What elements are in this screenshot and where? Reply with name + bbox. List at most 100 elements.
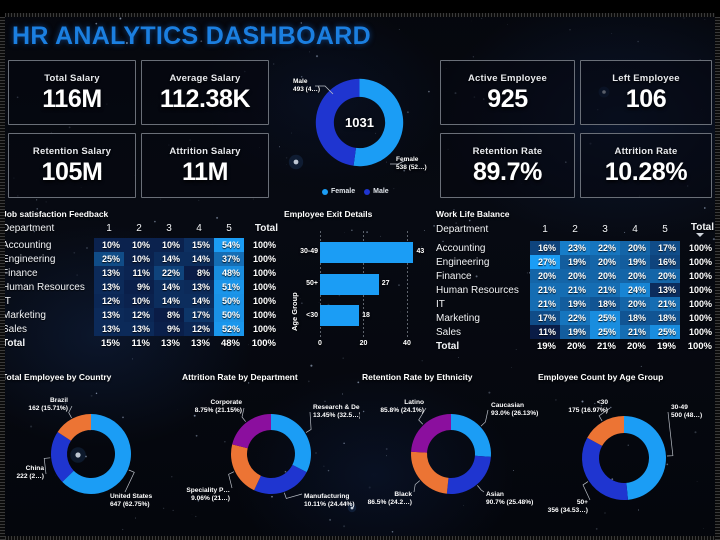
matrix-cell[interactable]: 19% bbox=[560, 297, 590, 311]
legend-item-female[interactable]: Female bbox=[322, 188, 355, 195]
matrix-cell[interactable]: 48% bbox=[214, 266, 244, 280]
matrix-cell[interactable]: 10% bbox=[124, 252, 154, 266]
matrix-cell[interactable]: 21% bbox=[530, 297, 560, 311]
table-row[interactable]: Accounting 16% 23% 22% 20% 17% 100% bbox=[436, 241, 714, 255]
work-life-balance-table[interactable]: Department 1 2 3 4 5 Total Accounting 16% 23% 22% 2… bbox=[436, 222, 714, 353]
table-row[interactable]: Accounting 10% 10% 10% 15% 54% 100% bbox=[2, 238, 278, 252]
matrix-cell[interactable]: 54% bbox=[214, 238, 244, 252]
matrix-cell[interactable]: 14% bbox=[154, 294, 184, 308]
matrix-cell[interactable]: 50% bbox=[214, 294, 244, 308]
matrix-cell[interactable]: 9% bbox=[124, 280, 154, 294]
kpi-retention-rate[interactable]: Retention Rate 89.7% bbox=[440, 133, 575, 198]
slice-1[interactable] bbox=[254, 464, 307, 494]
slice-1[interactable] bbox=[446, 455, 491, 494]
matrix-cell[interactable]: 8% bbox=[154, 308, 184, 322]
matrix-cell[interactable]: 50% bbox=[214, 308, 244, 322]
col-header-department[interactable]: Department bbox=[436, 222, 530, 241]
kpi-left-employee[interactable]: Left Employee 106 bbox=[580, 60, 712, 125]
matrix-cell[interactable]: 20% bbox=[590, 255, 620, 269]
slice-3[interactable] bbox=[411, 414, 451, 453]
matrix-cell[interactable]: 10% bbox=[94, 238, 124, 252]
ethnicity-panel[interactable]: Retention Rate by Ethnicity Caucasian 93.… bbox=[362, 372, 540, 537]
col-header-2[interactable]: 2 bbox=[560, 222, 590, 241]
matrix-cell[interactable]: 25% bbox=[650, 325, 680, 339]
slice-3[interactable] bbox=[232, 414, 271, 449]
matrix-cell[interactable]: 13% bbox=[94, 280, 124, 294]
matrix-cell[interactable]: 13% bbox=[650, 283, 680, 297]
matrix-cell[interactable]: 20% bbox=[620, 269, 650, 283]
matrix-cell[interactable]: 14% bbox=[184, 294, 214, 308]
col-header-1[interactable]: 1 bbox=[94, 222, 124, 238]
matrix-cell[interactable]: 37% bbox=[214, 252, 244, 266]
bar-<30[interactable] bbox=[320, 305, 360, 327]
matrix-cell[interactable]: 18% bbox=[620, 311, 650, 325]
matrix-cell[interactable]: 17% bbox=[184, 308, 214, 322]
matrix-cell[interactable]: 25% bbox=[94, 252, 124, 266]
matrix-cell[interactable]: 19% bbox=[560, 255, 590, 269]
bar-30-49[interactable] bbox=[320, 241, 414, 263]
slice-2[interactable] bbox=[411, 451, 449, 494]
matrix-cell[interactable]: 18% bbox=[590, 297, 620, 311]
job-satisfaction-table[interactable]: Department 1 2 3 4 5 Total Accounting 10% 10% 10% 1… bbox=[2, 222, 278, 350]
matrix-cell[interactable]: 11% bbox=[124, 266, 154, 280]
kpi-retention-salary[interactable]: Retention Salary 105M bbox=[8, 133, 136, 198]
col-header-1[interactable]: 1 bbox=[530, 222, 560, 241]
kpi-attrition-rate[interactable]: Attrition Rate 10.28% bbox=[580, 133, 712, 198]
matrix-cell[interactable]: 14% bbox=[184, 252, 214, 266]
slice-1[interactable] bbox=[582, 437, 628, 500]
table-row[interactable]: Engineering 27% 19% 20% 19% 16% 100% bbox=[436, 255, 714, 269]
col-header-3[interactable]: 3 bbox=[590, 222, 620, 241]
matrix-cell[interactable]: 24% bbox=[620, 283, 650, 297]
employee-exit-details-chart[interactable]: Employee Exit Details Age Group 43 27 18 3… bbox=[284, 209, 432, 364]
matrix-cell[interactable]: 10% bbox=[154, 238, 184, 252]
country-chart-panel[interactable]: Total Employee by Country United States 6… bbox=[2, 372, 180, 537]
bar-50+[interactable] bbox=[320, 273, 379, 295]
country-donut-svg[interactable]: United States647 (62.75%) China222 (2…) Br… bbox=[2, 382, 180, 532]
ethnicity-donut-svg[interactable]: Caucasian93.0% (26.13%) Asian90.7% (25.48… bbox=[362, 382, 540, 532]
table-row[interactable]: IT 12% 10% 14% 14% 50% 100% bbox=[2, 294, 278, 308]
matrix-cell[interactable]: 9% bbox=[154, 322, 184, 336]
matrix-cell[interactable]: 25% bbox=[590, 311, 620, 325]
matrix-cell[interactable]: 23% bbox=[560, 241, 590, 255]
age-group-donut-svg[interactable]: 30-49500 (48…) 50+356 (34.53…) <30175 (16.… bbox=[538, 382, 718, 532]
table-row[interactable]: Finance 13% 11% 22% 8% 48% 100% bbox=[2, 266, 278, 280]
matrix-cell[interactable]: 19% bbox=[620, 255, 650, 269]
table-row[interactable]: Finance 20% 20% 20% 20% 20% 100% bbox=[436, 269, 714, 283]
attrition-dept-panel[interactable]: Attrition Rate by Department Research & … bbox=[182, 372, 366, 537]
matrix-cell[interactable]: 13% bbox=[94, 266, 124, 280]
col-header-3[interactable]: 3 bbox=[154, 222, 184, 238]
matrix-cell[interactable]: 18% bbox=[650, 311, 680, 325]
slice-0[interactable] bbox=[271, 414, 311, 473]
col-header-5[interactable]: 5 bbox=[214, 222, 244, 238]
col-header-2[interactable]: 2 bbox=[124, 222, 154, 238]
matrix-cell[interactable]: 22% bbox=[154, 266, 184, 280]
legend-item-male[interactable]: Male bbox=[364, 188, 389, 195]
matrix-cell[interactable]: 8% bbox=[184, 266, 214, 280]
col-header-4[interactable]: 4 bbox=[620, 222, 650, 241]
matrix-cell[interactable]: 22% bbox=[560, 311, 590, 325]
col-header-5[interactable]: 5 bbox=[650, 222, 680, 241]
slice-0[interactable] bbox=[451, 414, 491, 457]
table-row[interactable]: Marketing 17% 22% 25% 18% 18% 100% bbox=[436, 311, 714, 325]
matrix-cell[interactable]: 19% bbox=[560, 325, 590, 339]
attrition-dept-donut-svg[interactable]: Research & De…13.45% (32.5…) Manufacturin… bbox=[182, 382, 366, 532]
matrix-cell[interactable]: 21% bbox=[650, 297, 680, 311]
matrix-cell[interactable]: 20% bbox=[650, 269, 680, 283]
kpi-active-employee[interactable]: Active Employee 925 bbox=[440, 60, 575, 125]
matrix-cell[interactable]: 14% bbox=[154, 280, 184, 294]
matrix-cell[interactable]: 52% bbox=[214, 322, 244, 336]
kpi-attrition-salary[interactable]: Attrition Salary 11M bbox=[141, 133, 269, 198]
table-row[interactable]: Marketing 13% 12% 8% 17% 50% 100% bbox=[2, 308, 278, 322]
matrix-cell[interactable]: 10% bbox=[124, 238, 154, 252]
matrix-cell[interactable]: 11% bbox=[530, 325, 560, 339]
table-row[interactable]: Sales 11% 19% 25% 21% 25% 100% bbox=[436, 325, 714, 339]
matrix-cell[interactable]: 12% bbox=[184, 322, 214, 336]
matrix-cell[interactable]: 25% bbox=[590, 325, 620, 339]
matrix-cell[interactable]: 21% bbox=[620, 325, 650, 339]
table-row[interactable]: Engineering 25% 10% 14% 14% 37% 100% bbox=[2, 252, 278, 266]
matrix-cell[interactable]: 20% bbox=[530, 269, 560, 283]
table-row[interactable]: Human Resources 13% 9% 14% 13% 51% 100% bbox=[2, 280, 278, 294]
matrix-cell[interactable]: 20% bbox=[560, 269, 590, 283]
matrix-cell[interactable]: 21% bbox=[530, 283, 560, 297]
matrix-cell[interactable]: 13% bbox=[94, 308, 124, 322]
